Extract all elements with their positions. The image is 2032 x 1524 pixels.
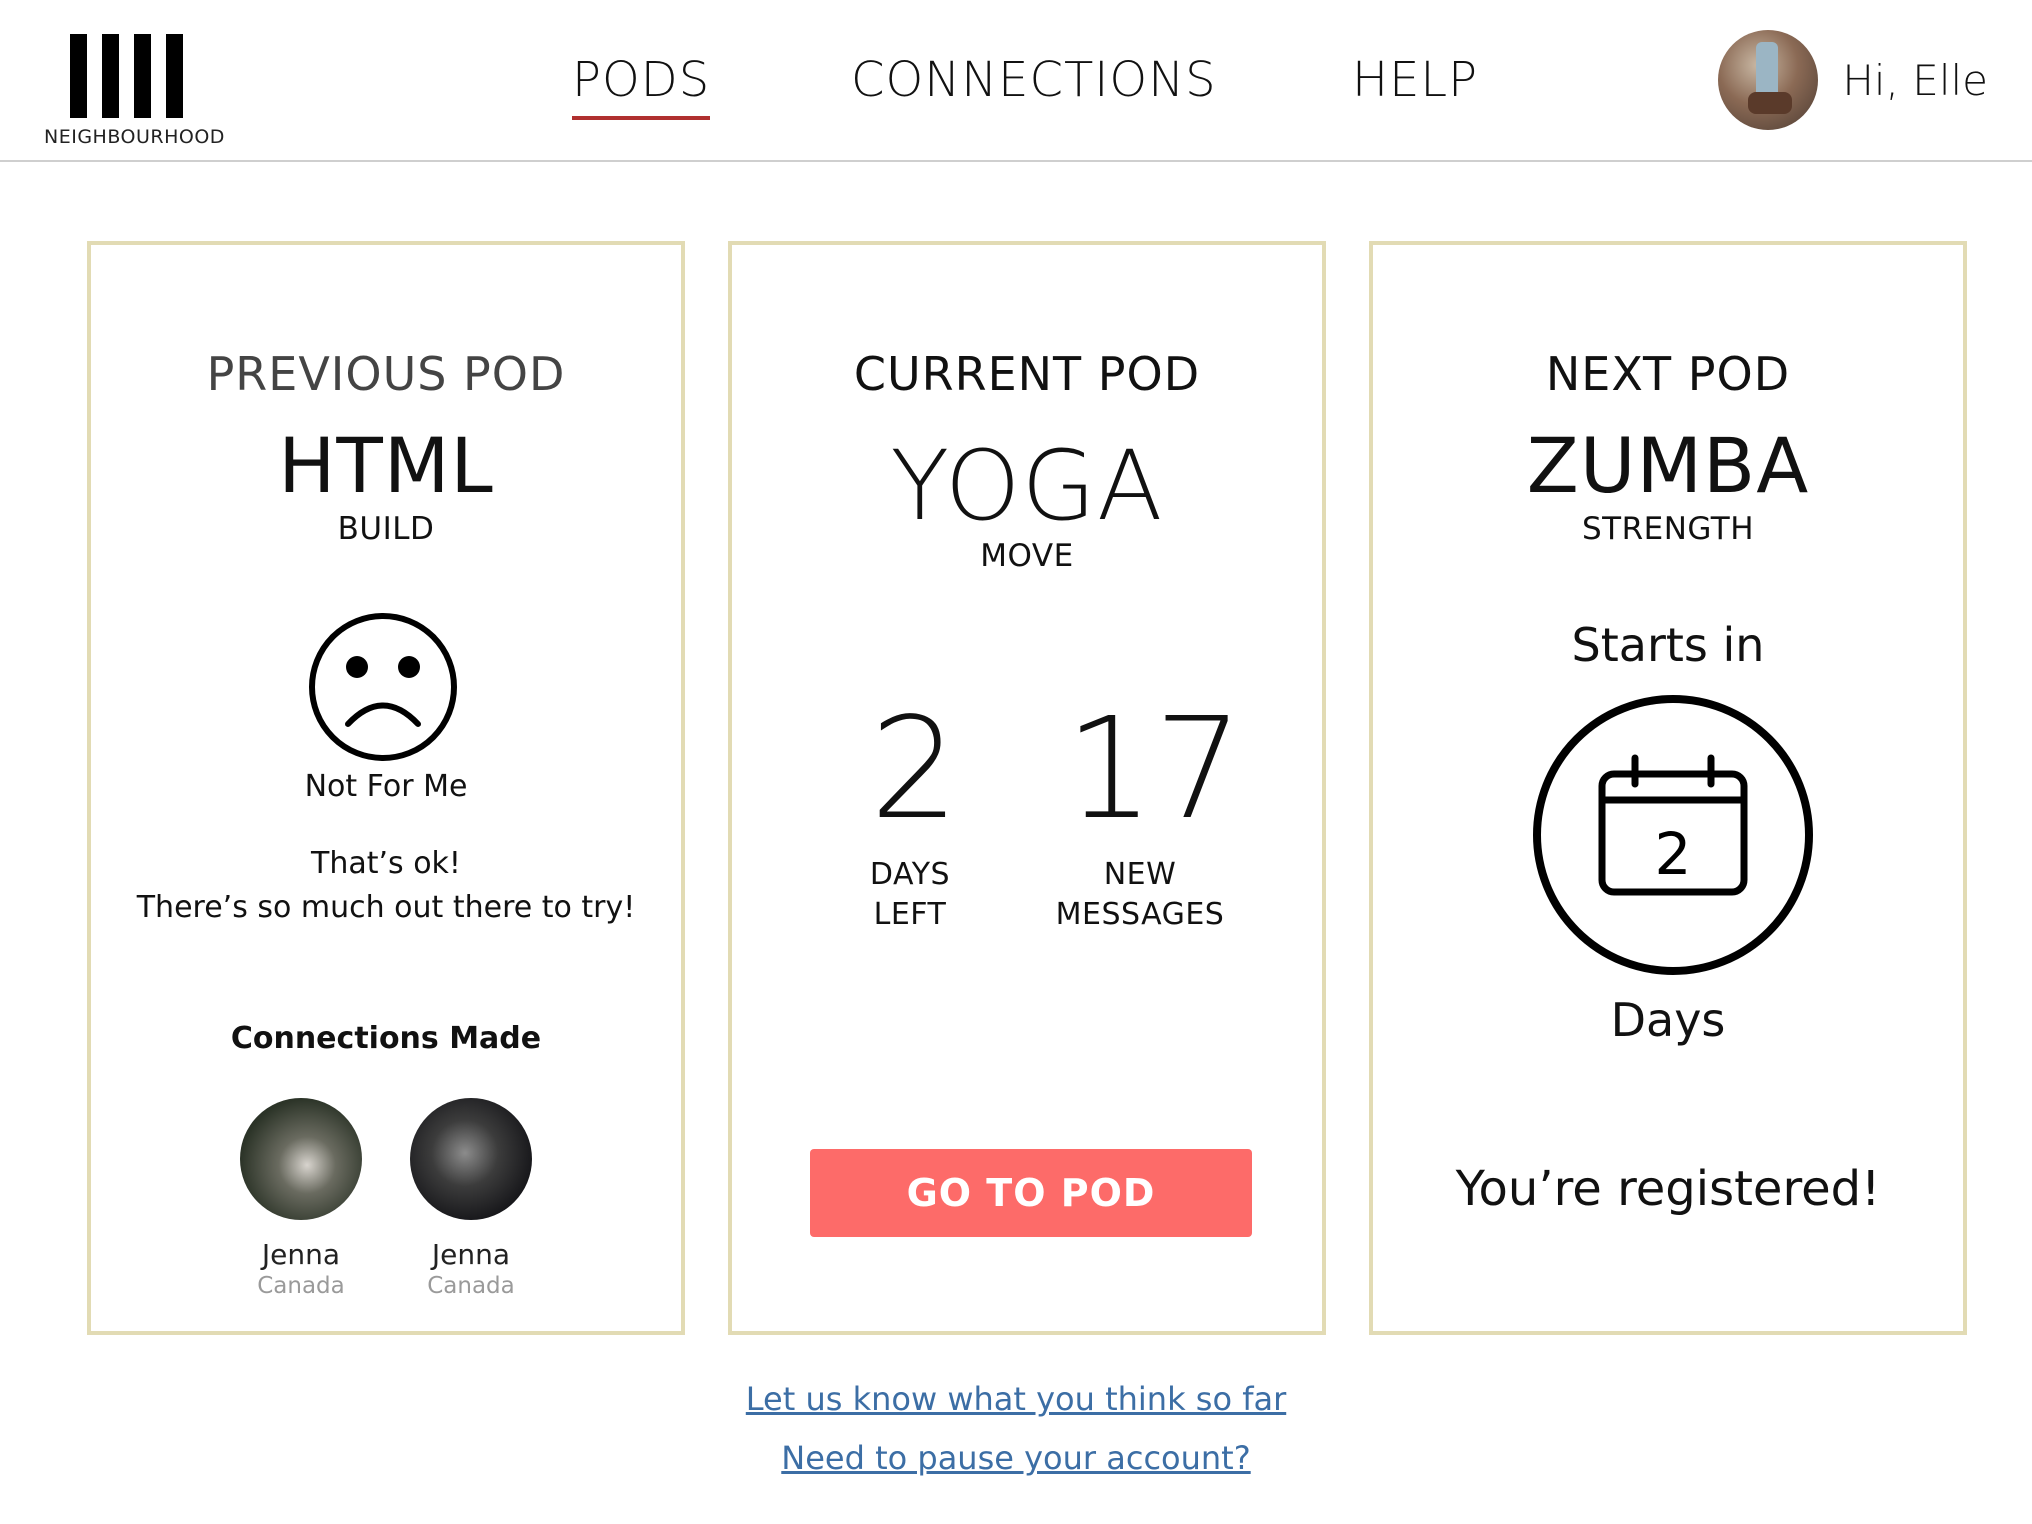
starts-in-label: Starts in	[1571, 618, 1765, 672]
connection-card[interactable]: Jenna Canada	[409, 1098, 533, 1299]
previous-pod-title: HTML	[278, 421, 494, 510]
days-left-value: 2	[870, 688, 960, 851]
encouragement-line-2: There’s so much out there to try!	[136, 890, 636, 925]
next-pod-title: ZUMBA	[1526, 421, 1810, 510]
days-left-label-line-1: DAYS	[869, 857, 951, 892]
next-pod-label: NEXT POD	[1545, 347, 1791, 401]
previous-pod-category: BUILD	[337, 511, 435, 547]
connection-name: Jenna	[431, 1238, 511, 1271]
nav-item-help[interactable]: HELP	[1352, 52, 1478, 108]
pause-account-link[interactable]: Need to pause your account?	[0, 1439, 2032, 1477]
encouragement-text: That’s ok! There’s so much out there to …	[91, 842, 681, 930]
calendar-day-count: 2	[1655, 820, 1692, 888]
current-pod-category: MOVE	[980, 538, 1074, 574]
sad-face-icon	[309, 613, 457, 761]
nav-item-connections[interactable]: CONNECTIONS	[851, 52, 1217, 108]
avatar[interactable]	[1718, 30, 1819, 130]
connections-made-title: Connections Made	[230, 1021, 542, 1056]
registration-status: You’re registered!	[1455, 1161, 1881, 1217]
days-left-label-line-2: LEFT	[873, 897, 947, 932]
user-greeting: Hi, Elle	[1842, 55, 1988, 105]
connection-avatar[interactable]	[410, 1098, 532, 1220]
reaction-label: Not For Me	[304, 769, 468, 804]
connection-avatar[interactable]	[240, 1098, 362, 1220]
brand-name: NEIGHBOURHOOD	[44, 126, 225, 148]
current-pod-title: YOGA	[890, 430, 1164, 542]
previous-pod-card: PREVIOUS POD HTML BUILD Not For Me That’…	[87, 241, 685, 1335]
connection-location: Canada	[257, 1273, 345, 1299]
connection-location: Canada	[427, 1273, 515, 1299]
next-pod-card: NEXT POD ZUMBA STRENGTH Starts in 2 Days…	[1369, 241, 1967, 1335]
days-unit-label: Days	[1610, 993, 1726, 1047]
new-messages-label: NEW MESSAGES	[1030, 855, 1250, 935]
next-pod-category: STRENGTH	[1581, 511, 1755, 547]
connection-name: Jenna	[261, 1238, 341, 1271]
connection-card[interactable]: Jenna Canada	[239, 1098, 363, 1299]
new-messages-value: 17	[1065, 688, 1244, 851]
go-to-pod-button[interactable]: GO TO POD	[810, 1149, 1252, 1237]
user-menu[interactable]: Hi, Elle	[1718, 28, 1988, 132]
new-messages-label-line-2: MESSAGES	[1055, 897, 1225, 932]
top-header: NEIGHBOURHOOD PODS CONNECTIONS HELP Hi, …	[0, 0, 2032, 162]
new-messages-label-line-1: NEW	[1103, 857, 1177, 892]
current-pod-label: CURRENT POD	[853, 347, 1201, 401]
current-pod-card: CURRENT POD YOGA MOVE 2 DAYS LEFT 17 NEW…	[728, 241, 1326, 1335]
feedback-link[interactable]: Let us know what you think so far	[0, 1380, 2032, 1418]
encouragement-line-1: That’s ok!	[311, 846, 461, 881]
previous-pod-label: PREVIOUS POD	[206, 347, 566, 401]
nav-item-pods[interactable]: PODS	[572, 52, 711, 120]
calendar-icon: 2	[1533, 695, 1813, 975]
days-left-label: DAYS LEFT	[850, 855, 970, 935]
